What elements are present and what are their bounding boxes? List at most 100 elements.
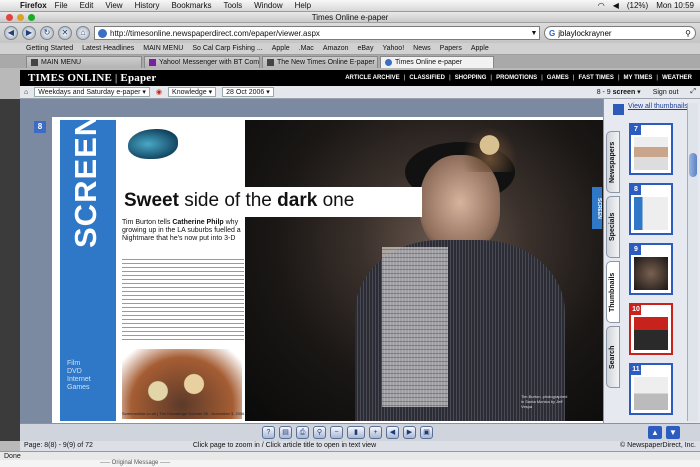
page-range-select[interactable]: 8 - 9 screen ▾ (597, 88, 641, 96)
bookmark-getting-started[interactable]: Getting Started (26, 45, 73, 52)
fullscreen-icon[interactable]: ⤢ (690, 88, 696, 96)
bookmark-main-menu[interactable]: MAIN MENU (143, 45, 183, 52)
newspaper-spread[interactable]: Tim Burton, photographed in Santa Monica… (52, 117, 610, 425)
article-headline[interactable]: Sweet side of the dark one (122, 187, 422, 217)
thumbnail-page-11[interactable]: 11 (629, 363, 673, 415)
clock[interactable]: Mon 10:59 (656, 1, 694, 10)
link-shopping[interactable]: SHOPPING (455, 75, 487, 81)
bookmark-apple[interactable]: Apple (272, 45, 290, 52)
view-all-thumbnails-link[interactable]: View all thumbnails (613, 103, 688, 115)
menu-edit[interactable]: Edit (80, 1, 94, 10)
home-icon[interactable]: ⌂ (24, 89, 28, 96)
bookmark-yahoo[interactable]: Yahoo! (382, 45, 404, 52)
menu-tools[interactable]: Tools (223, 1, 242, 10)
bookmark-apple-folder[interactable]: Apple (471, 45, 489, 52)
times-logo[interactable]: TIMES ONLINE | Epaper (28, 72, 156, 84)
bookmark-amazon[interactable]: Amazon (323, 45, 349, 52)
scrollbar-knob[interactable] (689, 153, 697, 177)
bookmark-news[interactable]: News (413, 45, 431, 52)
thumbnail-scrollbar[interactable] (687, 103, 698, 421)
bookmarks-bar: Getting Started Latest Headlines MAIN ME… (0, 43, 700, 55)
tab-thumbnails[interactable]: Thumbnails (606, 261, 620, 323)
search-input[interactable] (558, 28, 683, 38)
thumbnail-page-10[interactable]: 10 (629, 303, 673, 355)
help-icon[interactable]: ? (262, 426, 275, 439)
volume-icon[interactable]: ◀ (613, 1, 619, 10)
browser-status-bar: Done (0, 451, 700, 460)
link-classified[interactable]: CLASSIFIED (409, 75, 445, 81)
search-box[interactable]: G ⚲ (544, 26, 696, 40)
tab-specials[interactable]: Specials (606, 196, 620, 258)
zoom-icon[interactable]: ⚲ (313, 426, 326, 439)
times-header: TIMES ONLINE | Epaper ARTICLE ARCHIVE | CLA… (20, 70, 700, 86)
back-arrow-icon[interactable]: ◀ (4, 26, 18, 40)
tab-yahoo-messenger[interactable]: Yahoo! Messenger with BT Com... (144, 56, 260, 68)
previous-page-icon[interactable]: ◀ (386, 426, 399, 439)
bookmark-papers[interactable]: Papers (440, 45, 462, 52)
page-info: Page: 8(8) - 9(9) of 72 (24, 442, 93, 449)
bookmark-mac[interactable]: .Mac (299, 45, 314, 52)
thumbnail-panel: View all thumbnails Newspapers Specials … (603, 99, 700, 431)
menu-bookmarks[interactable]: Bookmarks (171, 1, 211, 10)
thumbnail-page-9[interactable]: 9 (629, 243, 673, 295)
bookmark-ebay[interactable]: eBay (358, 45, 374, 52)
magnifier-icon[interactable]: ⚲ (685, 29, 691, 38)
zoom-slider-icon[interactable]: ▮ (347, 426, 365, 439)
close-window-icon[interactable] (6, 14, 13, 21)
panel-tabs: Newspapers Specials Thumbnails Search (606, 131, 622, 391)
tab-search[interactable]: Search (606, 326, 620, 388)
bookmark-carp-fishing[interactable]: So Cal Carp Fishing ... (192, 45, 262, 52)
section-select[interactable]: Knowledge ▾ (168, 87, 217, 97)
link-games[interactable]: GAMES (547, 75, 569, 81)
section-menu: Film DVD Internet Games (67, 360, 91, 391)
reload-icon[interactable]: ↻ (40, 26, 54, 40)
thumbnail-page-8[interactable]: 8 (629, 183, 673, 235)
times-nav-links: ARTICLE ARCHIVE | CLASSIFIED | SHOPPING | P… (345, 75, 692, 81)
tab-times-epaper[interactable]: Times Online e-paper (380, 56, 494, 68)
battery-status[interactable]: (12%) (627, 1, 648, 10)
google-search-icon[interactable]: G (549, 29, 555, 38)
menu-app-name[interactable]: Firefox (20, 1, 47, 10)
link-my-times[interactable]: MY TIMES (624, 75, 653, 81)
forward-arrow-icon[interactable]: ▶ (22, 26, 36, 40)
url-dropdown-icon[interactable]: ▼ (529, 30, 539, 37)
stop-icon[interactable]: ✕ (58, 26, 72, 40)
link-article-archive[interactable]: ARTICLE ARCHIVE (345, 75, 399, 81)
article-body-columns[interactable] (122, 257, 244, 343)
wifi-icon[interactable]: ◠ (598, 1, 605, 10)
thumbnail-page-7[interactable]: 7 (629, 123, 673, 175)
home-icon[interactable]: ⌂ (76, 26, 90, 40)
scroll-down-icon[interactable]: ▼ (666, 426, 680, 439)
menu-window[interactable]: Window (254, 1, 282, 10)
menu-view[interactable]: View (105, 1, 122, 10)
page-footer-text: Screenonline.co.uk | The Knowledge Octob… (122, 411, 245, 416)
tab-new-times-epaper[interactable]: The New Times Online E-paper (262, 56, 378, 68)
date-select[interactable]: 28 Oct 2006 ▾ (222, 87, 274, 97)
background-mail-window: ----- Original Message ----- (0, 460, 700, 467)
tab-newspapers[interactable]: Newspapers (606, 131, 620, 193)
minimize-window-icon[interactable] (17, 14, 24, 21)
link-promotions[interactable]: PROMOTIONS (496, 75, 537, 81)
print-icon[interactable]: ⎙ (296, 426, 309, 439)
screen-section-band: SCREEN Film DVD Internet Games (60, 117, 116, 421)
link-fast-times[interactable]: FAST TIMES (578, 75, 613, 81)
url-text[interactable]: http://timesonline.newspaperdirect.com/e… (110, 29, 526, 38)
signout-link[interactable]: Sign out (653, 89, 679, 96)
page-number-left[interactable]: 8 (34, 121, 46, 133)
address-bar[interactable]: http://timesonline.newspaperdirect.com/e… (94, 26, 540, 40)
page-view-icon[interactable]: ▤ (279, 426, 292, 439)
menu-help[interactable]: Help (295, 1, 311, 10)
zoom-in-icon[interactable]: + (369, 426, 382, 439)
menu-history[interactable]: History (135, 1, 160, 10)
zoom-window-icon[interactable] (28, 14, 35, 21)
page-viewer[interactable]: 8 9 Tim Burton, photographed in Santa Mo… (20, 99, 700, 431)
zoom-out-icon[interactable]: − (330, 426, 343, 439)
tab-main-menu[interactable]: MAIN MENU (26, 56, 142, 68)
link-weather[interactable]: WEATHER (662, 75, 692, 81)
scroll-up-icon[interactable]: ▲ (648, 426, 662, 439)
next-page-icon[interactable]: ▶ (403, 426, 416, 439)
bookmark-latest-headlines[interactable]: Latest Headlines (82, 45, 134, 52)
save-icon[interactable]: ▣ (420, 426, 433, 439)
edition-select[interactable]: Weekdays and Saturday e-paper ▾ (34, 87, 150, 97)
menu-file[interactable]: File (55, 1, 68, 10)
